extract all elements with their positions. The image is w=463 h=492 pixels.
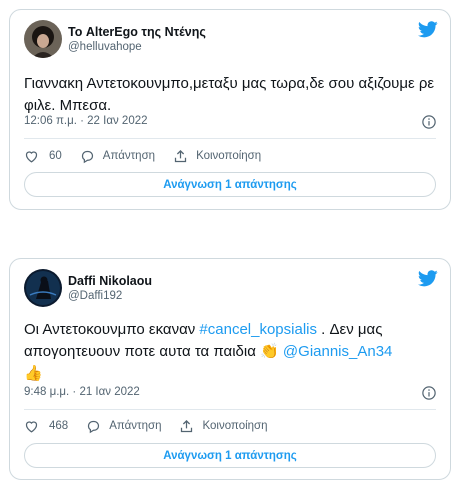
read-replies-button[interactable]: Ανάγνωση 1 απάντησης <box>24 443 436 468</box>
tweet-actions: 468 Απάντηση Κοινοποίηση <box>24 416 436 436</box>
tweet-card[interactable]: Το AlterEgo της Ντένης @helluvahope Γιαν… <box>9 9 451 210</box>
like-button[interactable]: 60 <box>24 149 62 164</box>
clapping-hands-emoji: 👏 <box>260 343 279 360</box>
author-name[interactable]: Το AlterEgo της Ντένης <box>68 25 206 39</box>
info-icon[interactable] <box>422 386 436 400</box>
tweet-actions: 60 Απάντηση Κοινοποίηση <box>24 146 436 166</box>
twitter-bird-icon[interactable] <box>418 21 438 38</box>
author-handle[interactable]: @helluvahope <box>68 41 142 53</box>
author-name[interactable]: Daffi Nikolaou <box>68 274 152 288</box>
author-handle[interactable]: @Daffi192 <box>68 290 122 302</box>
like-button[interactable]: 468 <box>24 419 68 434</box>
like-count: 60 <box>49 150 62 162</box>
tweet-timestamp[interactable]: 9:48 μ.μ. · 21 Ιαν 2022 <box>24 386 140 398</box>
tweet-text: Οι Αντετοκουνμπο εκαναν #cancel_kopsiali… <box>24 321 393 382</box>
heart-icon <box>25 420 38 433</box>
reply-label: Απάντηση <box>102 150 156 162</box>
share-button[interactable]: Κοινοποίηση <box>179 419 268 434</box>
divider <box>24 138 436 139</box>
avatar[interactable] <box>24 20 62 58</box>
mention-link[interactable]: @Giannis_An34 <box>283 343 392 360</box>
avatar[interactable] <box>24 269 62 307</box>
share-label: Κοινοποίηση <box>196 150 262 162</box>
reply-label: Απάντηση <box>109 420 162 432</box>
tweet-timestamp[interactable]: 12:06 π.μ. · 22 Ιαν 2022 <box>24 115 148 127</box>
divider <box>24 409 436 410</box>
read-replies-button[interactable]: Ανάγνωση 1 απάντησης <box>24 172 436 197</box>
share-icon <box>174 149 187 162</box>
heart-icon <box>25 150 38 163</box>
like-count: 468 <box>49 420 69 432</box>
hashtag-link[interactable]: #cancel_kopsialis <box>199 321 317 338</box>
reply-bubble-icon <box>81 150 93 163</box>
reply-button[interactable]: Απάντηση <box>80 149 155 164</box>
reply-button[interactable]: Απάντηση <box>86 419 161 434</box>
tweet-card[interactable]: Daffi Nikolaou @Daffi192 Οι Αντετοκουνμπ… <box>9 258 451 480</box>
tweet-text: Γιαννακη Αντετοκουνμπο,μεταξυ μας τωρα,δ… <box>24 75 435 114</box>
share-icon <box>181 419 193 432</box>
twitter-bird-icon[interactable] <box>418 270 438 287</box>
share-label: Κοινοποίηση <box>202 420 268 432</box>
share-button[interactable]: Κοινοποίηση <box>173 149 261 164</box>
reply-bubble-icon <box>88 420 100 433</box>
thumbs-up-emoji: 👍 <box>24 365 43 382</box>
info-icon[interactable] <box>422 115 436 129</box>
